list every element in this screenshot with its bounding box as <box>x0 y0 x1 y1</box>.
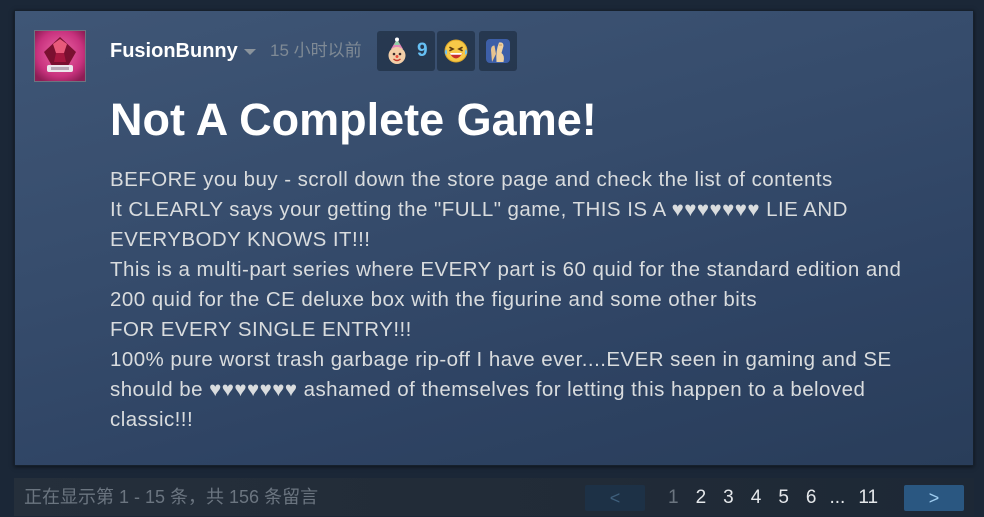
clown-face-icon <box>388 37 406 64</box>
review-body: BEFORE you buy - scroll down the store p… <box>110 165 901 435</box>
laughing-face-icon <box>444 39 468 63</box>
body-line: It CLEARLY says your getting the "FULL" … <box>110 198 848 221</box>
author-name[interactable]: FusionBunny <box>110 39 238 63</box>
page-ellipsis: ... <box>829 487 846 508</box>
body-line: 100% pure worst trash garbage rip-off I … <box>110 348 892 371</box>
avatar-image <box>35 31 85 81</box>
clapping-hands-icon <box>486 39 510 63</box>
next-page-button[interactable]: > <box>904 485 964 511</box>
body-line: classic!!! <box>110 408 194 431</box>
user-avatar[interactable] <box>34 30 86 82</box>
prev-page-button[interactable]: < <box>585 485 645 511</box>
page-link-last[interactable]: 11 <box>858 485 878 511</box>
page-numbers: 1 2 3 4 5 6 ... 11 <box>668 485 878 511</box>
page-link-3[interactable]: 3 <box>723 485 734 511</box>
body-line: FOR EVERY SINGLE ENTRY!!! <box>110 318 412 341</box>
award-badge[interactable] <box>479 31 517 71</box>
body-line: This is a multi-part series where EVERY … <box>110 258 902 281</box>
chevron-down-icon[interactable] <box>244 49 256 55</box>
page-link-2[interactable]: 2 <box>696 485 707 511</box>
body-line: BEFORE you buy - scroll down the store p… <box>110 168 833 191</box>
post-timestamp: 15 小时以前 <box>270 41 362 60</box>
page-link-4[interactable]: 4 <box>751 485 762 511</box>
page-link-1: 1 <box>668 487 679 508</box>
review-title: Not A Complete Game! <box>110 94 597 145</box>
review-card: FusionBunny 15 小时以前 9 Not A Complete Gam… <box>14 10 974 466</box>
body-line: 200 quid for the CE deluxe box with the … <box>110 288 758 311</box>
award-list: 9 <box>377 31 517 71</box>
body-line: should be ♥♥♥♥♥♥♥ ashamed of themselves … <box>110 378 866 401</box>
award-badge[interactable] <box>437 31 475 71</box>
body-line: EVERYBODY KNOWS IT!!! <box>110 228 371 251</box>
award-badge[interactable]: 9 <box>377 31 435 71</box>
page-link-5[interactable]: 5 <box>778 485 789 511</box>
pagination-summary: 正在显示第 1 - 15 条，共 156 条留言 <box>24 487 319 507</box>
page-link-6[interactable]: 6 <box>806 485 817 511</box>
award-count: 9 <box>417 40 428 61</box>
